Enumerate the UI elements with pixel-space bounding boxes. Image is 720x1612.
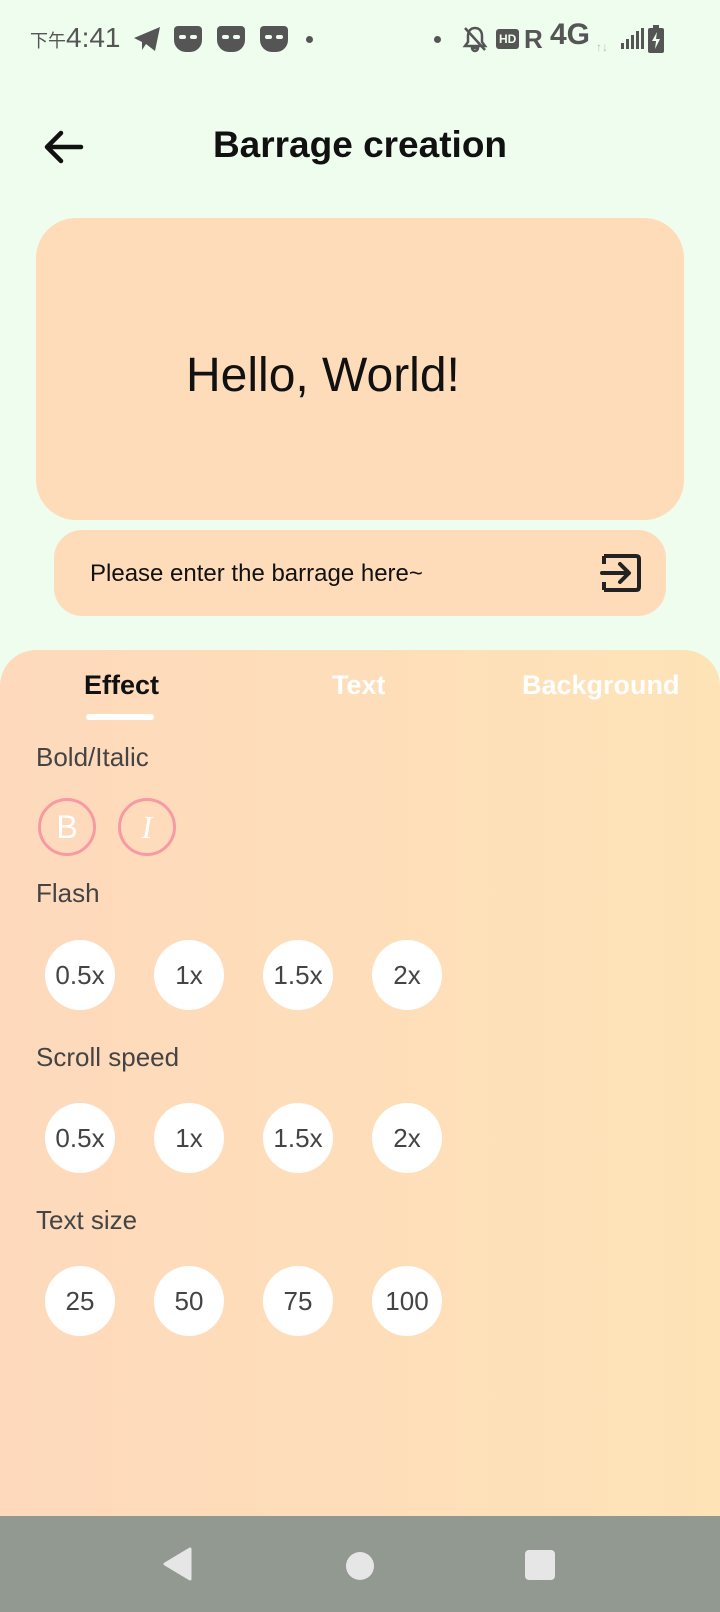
preview-text: Hello, World! (186, 349, 460, 402)
bold-italic-label: Bold/Italic (36, 742, 149, 772)
signal-icon (620, 24, 644, 54)
selected-tab-indicator (86, 714, 154, 720)
time-value: 4:41 (66, 22, 121, 53)
app-notification-icon (260, 24, 288, 54)
battery-icon (648, 24, 664, 54)
text-size-option-75[interactable]: 75 (263, 1266, 333, 1336)
flash-option-1x[interactable]: 1x (154, 940, 224, 1010)
flash-option-2x[interactable]: 2x (372, 940, 442, 1010)
nav-back-button[interactable] (162, 1546, 194, 1587)
nav-home-button[interactable] (346, 1552, 374, 1580)
hd-label: HD (496, 29, 520, 49)
flash-label: Flash (36, 878, 100, 908)
send-barrage-button[interactable] (598, 550, 644, 596)
barrage-input-placeholder: Please enter the barrage here~ (90, 560, 423, 587)
status-time: 下午4:41 (30, 22, 121, 54)
text-size-option-25[interactable]: 25 (45, 1266, 115, 1336)
scroll-speed-option-2x[interactable]: 2x (372, 1103, 442, 1173)
scroll-speed-option-0-5x[interactable]: 0.5x (45, 1103, 115, 1173)
text-size-option-100[interactable]: 100 (372, 1266, 442, 1336)
triangle-back-icon (163, 1547, 192, 1581)
app-notification-icon (217, 24, 245, 54)
tab-background[interactable]: Background (522, 670, 680, 701)
bell-off-icon (462, 24, 488, 54)
tab-effect[interactable]: Effect (84, 670, 159, 701)
hd-icon: HD (496, 24, 520, 54)
more-notifications-dot-icon (306, 24, 313, 54)
telegram-icon (132, 24, 162, 54)
bold-toggle-label: B (56, 808, 78, 845)
barrage-input[interactable]: Please enter the barrage here~ (54, 530, 666, 616)
scroll-speed-label: Scroll speed (36, 1042, 180, 1072)
system-nav-bar (0, 1516, 720, 1612)
bold-toggle[interactable]: B (38, 798, 96, 856)
time-prefix: 下午 (30, 31, 66, 51)
settings-panel: Effect Text Background Bold/Italic B I F… (0, 650, 720, 1516)
text-size-option-50[interactable]: 50 (154, 1266, 224, 1336)
flash-option-0-5x[interactable]: 0.5x (45, 940, 115, 1010)
barrage-preview: Hello, World! (36, 218, 684, 520)
page-title: Barrage creation (212, 124, 508, 165)
data-arrows-icon: ↑↓ (596, 40, 608, 54)
text-size-label: Text size (36, 1205, 138, 1235)
scroll-speed-option-1x[interactable]: 1x (154, 1103, 224, 1173)
status-bar: 下午4:41 HD R 4G ↑↓ (0, 0, 720, 80)
roaming-indicator: R (524, 23, 543, 54)
scroll-speed-option-1-5x[interactable]: 1.5x (263, 1103, 333, 1173)
network-type: 4G (550, 18, 591, 51)
status-dot-icon (434, 24, 441, 54)
italic-toggle-label: I (141, 808, 153, 845)
italic-toggle[interactable]: I (118, 798, 176, 856)
nav-recents-button[interactable] (525, 1550, 555, 1580)
tab-text[interactable]: Text (332, 670, 386, 701)
flash-option-1-5x[interactable]: 1.5x (263, 940, 333, 1010)
exit-to-app-icon (600, 554, 641, 592)
top-app-bar: Barrage creation (0, 100, 720, 196)
app-notification-icon (174, 24, 202, 54)
